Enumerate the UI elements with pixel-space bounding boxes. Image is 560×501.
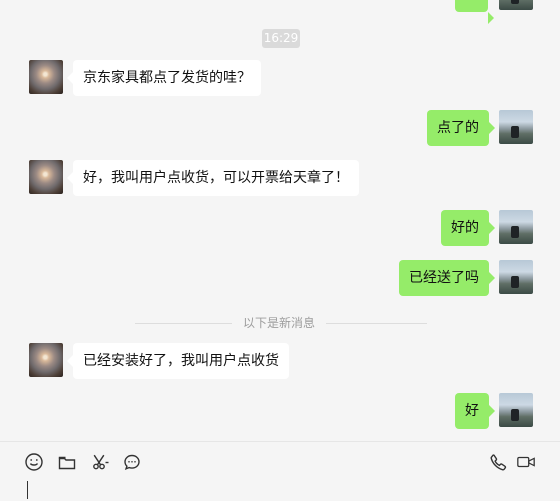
message-bubble-incoming[interactable]: 京东家具都点了发货的哇？ xyxy=(67,60,261,96)
divider-line-right xyxy=(326,323,427,324)
message-bubble-incoming[interactable]: 好，我叫用户点收货，可以开票给天章了！ xyxy=(67,160,359,196)
contact-avatar[interactable] xyxy=(29,160,63,194)
emoji-icon[interactable] xyxy=(24,452,44,472)
message-bubble-outgoing[interactable]: 好的 xyxy=(441,210,495,246)
video-icon[interactable] xyxy=(516,452,538,472)
text-caret xyxy=(27,481,28,499)
my-avatar[interactable] xyxy=(499,0,533,10)
message-bubble-incoming[interactable]: 已经安装好了，我叫用户点收货 xyxy=(67,343,289,379)
phone-icon[interactable] xyxy=(488,452,508,472)
my-avatar[interactable] xyxy=(499,210,533,244)
my-avatar[interactable] xyxy=(499,393,533,427)
my-avatar[interactable] xyxy=(499,260,533,294)
chat-history: 16:29 京东家具都点了发货的哇？ 点了的 好，我叫用户点收货，可以开票给天章… xyxy=(0,0,560,441)
new-messages-divider: 以下是新消息 xyxy=(135,315,427,331)
message-bubble-outgoing[interactable]: 好 xyxy=(455,393,495,429)
scissors-icon[interactable] xyxy=(90,452,110,472)
message-bubble-outgoing-partial[interactable] xyxy=(455,0,494,24)
chat-bubble-icon[interactable] xyxy=(122,452,142,472)
divider-line-left xyxy=(135,323,232,324)
message-bubble-outgoing[interactable]: 点了的 xyxy=(427,110,495,146)
contact-avatar[interactable] xyxy=(29,60,63,94)
timestamp-badge: 16:29 xyxy=(262,29,300,48)
folder-icon[interactable] xyxy=(57,452,77,472)
message-input[interactable] xyxy=(0,474,560,500)
contact-avatar[interactable] xyxy=(29,343,63,377)
my-avatar[interactable] xyxy=(499,110,533,144)
new-messages-label: 以下是新消息 xyxy=(243,316,316,330)
message-bubble-outgoing[interactable]: 已经送了吗 xyxy=(399,260,495,296)
